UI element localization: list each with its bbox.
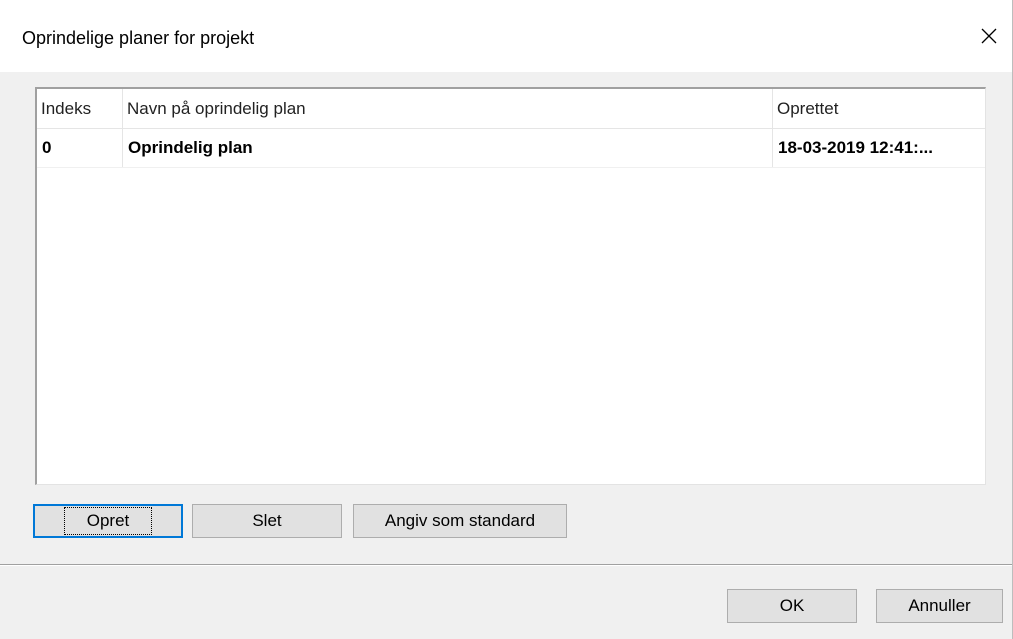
list-header: Indeks Navn på oprindelig plan Oprettet bbox=[37, 89, 985, 129]
cell-index: 0 bbox=[37, 129, 123, 167]
cancel-button[interactable]: Annuller bbox=[876, 589, 1003, 623]
ok-button[interactable]: OK bbox=[727, 589, 857, 623]
list-row[interactable]: 0 Oprindelig plan 18-03-2019 12:41:... bbox=[37, 129, 985, 168]
close-icon bbox=[981, 28, 997, 44]
create-button-label: Opret bbox=[63, 507, 153, 535]
footer-divider-highlight bbox=[0, 565, 1012, 566]
create-button[interactable]: Opret bbox=[33, 504, 183, 538]
cell-created: 18-03-2019 12:41:... bbox=[778, 138, 933, 157]
baseline-plans-list[interactable]: Indeks Navn på oprindelig plan Oprettet … bbox=[35, 87, 986, 485]
column-header-created[interactable]: Oprettet bbox=[773, 89, 985, 128]
close-button[interactable] bbox=[966, 14, 1012, 58]
dialog-titlebar: Oprindelige planer for projekt bbox=[0, 0, 1012, 72]
baseline-plans-dialog: Oprindelige planer for projekt Indeks Na… bbox=[0, 0, 1013, 639]
set-default-button-label: Angiv som standard bbox=[384, 511, 536, 530]
set-default-button[interactable]: Angiv som standard bbox=[353, 504, 567, 538]
cancel-button-label: Annuller bbox=[908, 596, 971, 615]
delete-button-label: Slet bbox=[252, 511, 282, 530]
column-header-index[interactable]: Indeks bbox=[37, 89, 123, 128]
ok-button-label: OK bbox=[779, 596, 805, 615]
dialog-title: Oprindelige planer for projekt bbox=[22, 28, 255, 48]
delete-button[interactable]: Slet bbox=[192, 504, 342, 538]
cell-name: Oprindelig plan bbox=[123, 129, 773, 167]
column-header-name[interactable]: Navn på oprindelig plan bbox=[123, 89, 773, 128]
